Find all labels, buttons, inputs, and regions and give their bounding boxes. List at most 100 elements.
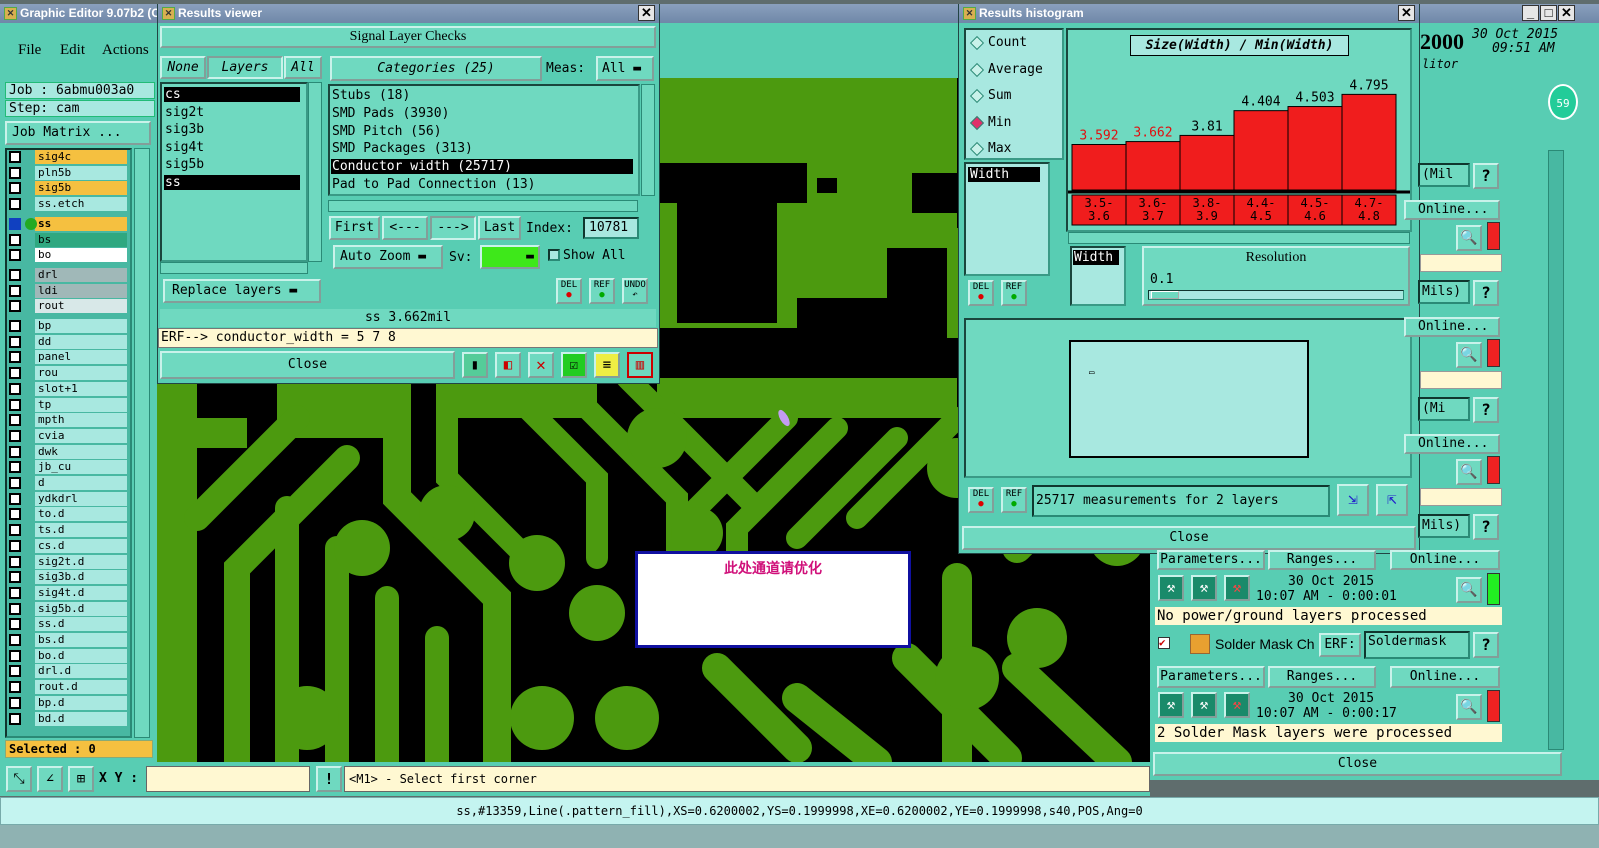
layer-row[interactable]: bs	[7, 232, 127, 247]
chart-hscroll[interactable]	[1068, 232, 1410, 244]
online-button[interactable]: Online...	[1404, 317, 1500, 337]
categories-hscroll[interactable]	[328, 200, 638, 212]
categories-vscroll[interactable]	[641, 84, 655, 196]
histogram-bar[interactable]	[1125, 141, 1181, 191]
help-button[interactable]: ?	[1473, 163, 1499, 189]
layer-checkbox[interactable]	[9, 571, 21, 584]
layer-row[interactable]: ss.etch	[7, 197, 127, 212]
layer-checkbox[interactable]	[9, 414, 21, 427]
layer-checkbox[interactable]	[9, 508, 21, 521]
layer-row[interactable]: bp	[7, 319, 127, 333]
help-button-solder[interactable]: ?	[1473, 632, 1499, 658]
rv-del-button[interactable]: DEL ●	[556, 278, 582, 304]
export-icon-2[interactable]: ⇱	[1376, 484, 1408, 516]
layer-checkbox[interactable]	[9, 268, 21, 281]
layer-row[interactable]: rout.d	[7, 680, 127, 695]
job-matrix-button[interactable]: Job Matrix ...	[5, 121, 151, 145]
field-width-item-2[interactable]: Width	[1073, 250, 1119, 265]
layer-row[interactable]: tp	[7, 397, 127, 412]
categories-button[interactable]: Categories (25)	[330, 56, 542, 81]
hist-del-button[interactable]: DEL ●	[968, 280, 994, 306]
layer-checkbox[interactable]	[9, 182, 21, 195]
tab-none[interactable]: None	[160, 56, 206, 79]
layer-row[interactable]: bo.d	[7, 648, 127, 663]
layer-row[interactable]: ydkdrl	[7, 491, 127, 506]
layer-checkbox[interactable]	[9, 198, 21, 211]
close-main-button[interactable]: ✕	[1558, 5, 1575, 21]
layer-checkbox[interactable]	[9, 602, 21, 615]
rv-tool-icon-1[interactable]: ▮	[462, 352, 488, 378]
layer-row[interactable]: slot+1	[7, 381, 127, 396]
layer-checkbox[interactable]	[9, 696, 21, 709]
snap-tool-icon[interactable]: ⤡	[6, 766, 32, 792]
rv-layer-item[interactable]: sig2t	[164, 105, 300, 120]
category-item[interactable]: Stubs (18)	[331, 88, 633, 103]
layer-checkbox[interactable]	[9, 665, 21, 678]
rv-tool-icon-4[interactable]: ☑	[561, 352, 587, 378]
rv-close-button[interactable]: Close	[160, 351, 455, 379]
category-item[interactable]: Pad to Pad Connection (13)	[331, 177, 633, 192]
zoom-icon-1[interactable]: 🔍	[1456, 577, 1482, 603]
checklist-right-scroll[interactable]	[1548, 150, 1564, 750]
run-icon-5[interactable]: ⚒	[1191, 692, 1217, 718]
zoom-icon-2[interactable]: 🔍	[1456, 694, 1482, 720]
sv-color-dropdown[interactable]: ▬	[480, 245, 540, 269]
zoom-icon[interactable]: 🔍	[1456, 342, 1482, 368]
hist-close-button[interactable]: Close	[962, 526, 1416, 550]
category-item[interactable]: Conductor width (25717)	[331, 159, 633, 175]
next-button[interactable]: --->	[430, 216, 476, 240]
xy-input[interactable]	[146, 766, 310, 792]
histogram-bar[interactable]	[1179, 134, 1235, 191]
maximize-button[interactable]: □	[1540, 5, 1557, 21]
layer-checkbox[interactable]	[9, 649, 21, 662]
run-icon-3[interactable]: ⚒	[1224, 575, 1250, 601]
replace-layers-dropdown[interactable]: Replace layers ▬	[163, 279, 321, 303]
layer-checkbox[interactable]	[9, 477, 21, 489]
first-button[interactable]: First	[329, 216, 380, 240]
menu-edit[interactable]: Edit	[60, 42, 85, 59]
tab-all[interactable]: All	[284, 56, 322, 79]
layer-row[interactable]: ss.d	[7, 617, 127, 632]
rv-undo-button[interactable]: UNDO ↶	[622, 278, 648, 304]
layer-row[interactable]: drl.d	[7, 664, 127, 679]
rv-tool-icon-5[interactable]: ≡	[594, 352, 620, 378]
online-button[interactable]: Online...	[1404, 200, 1500, 220]
layer-checkbox[interactable]	[9, 151, 21, 163]
run-icon-2[interactable]: ⚒	[1191, 575, 1217, 601]
layer-row[interactable]: ldi	[7, 283, 127, 298]
rv-tool-icon-3[interactable]: ✕	[528, 352, 554, 378]
field-width-item[interactable]: Width	[968, 167, 1040, 182]
layer-checkbox[interactable]	[9, 335, 21, 348]
layer-row[interactable]: sig5b.d	[7, 601, 127, 616]
histogram-bar[interactable]	[1071, 144, 1127, 191]
rv-layer-item[interactable]: cs	[164, 87, 300, 102]
rv-ref-button[interactable]: REF ●	[589, 278, 615, 304]
layer-row[interactable]: d	[7, 476, 127, 490]
layer-checkbox[interactable]	[9, 300, 21, 313]
erf-button[interactable]: ERF:	[1319, 633, 1361, 657]
layer-row[interactable]: dd	[7, 334, 127, 349]
online-button-1[interactable]: Online...	[1390, 550, 1500, 570]
layer-checkbox[interactable]	[9, 233, 21, 246]
rv-layer-item[interactable]: ss	[164, 175, 300, 190]
layer-results-hscroll[interactable]	[160, 262, 308, 274]
layer-row[interactable]: cs.d	[7, 538, 127, 553]
layer-row[interactable]: to.d	[7, 507, 127, 522]
layer-checkbox[interactable]	[9, 712, 21, 725]
hist-ref-button-2[interactable]: REF ●	[1001, 487, 1027, 513]
category-item[interactable]: SMD Pads (3930)	[331, 106, 633, 121]
layer-row[interactable]: drl	[7, 267, 127, 282]
layer-results-vscroll[interactable]	[308, 82, 322, 262]
layer-checkbox[interactable]	[9, 382, 21, 395]
layer-row[interactable]: ts.d	[7, 523, 127, 538]
histogram-bar[interactable]	[1233, 110, 1289, 191]
layer-row[interactable]: sig5b	[7, 181, 127, 196]
histogram-bar[interactable]	[1287, 106, 1343, 191]
category-item[interactable]: SMD Pitch (56)	[331, 124, 633, 139]
online-button[interactable]: Online...	[1404, 434, 1500, 454]
layer-row[interactable]: cvia	[7, 428, 127, 443]
layer-row[interactable]: jb_cu	[7, 460, 127, 475]
meas-dropdown[interactable]: All ▬	[596, 56, 654, 81]
rv-layer-item[interactable]: sig3b	[164, 122, 300, 137]
layer-checkbox[interactable]	[9, 445, 21, 458]
